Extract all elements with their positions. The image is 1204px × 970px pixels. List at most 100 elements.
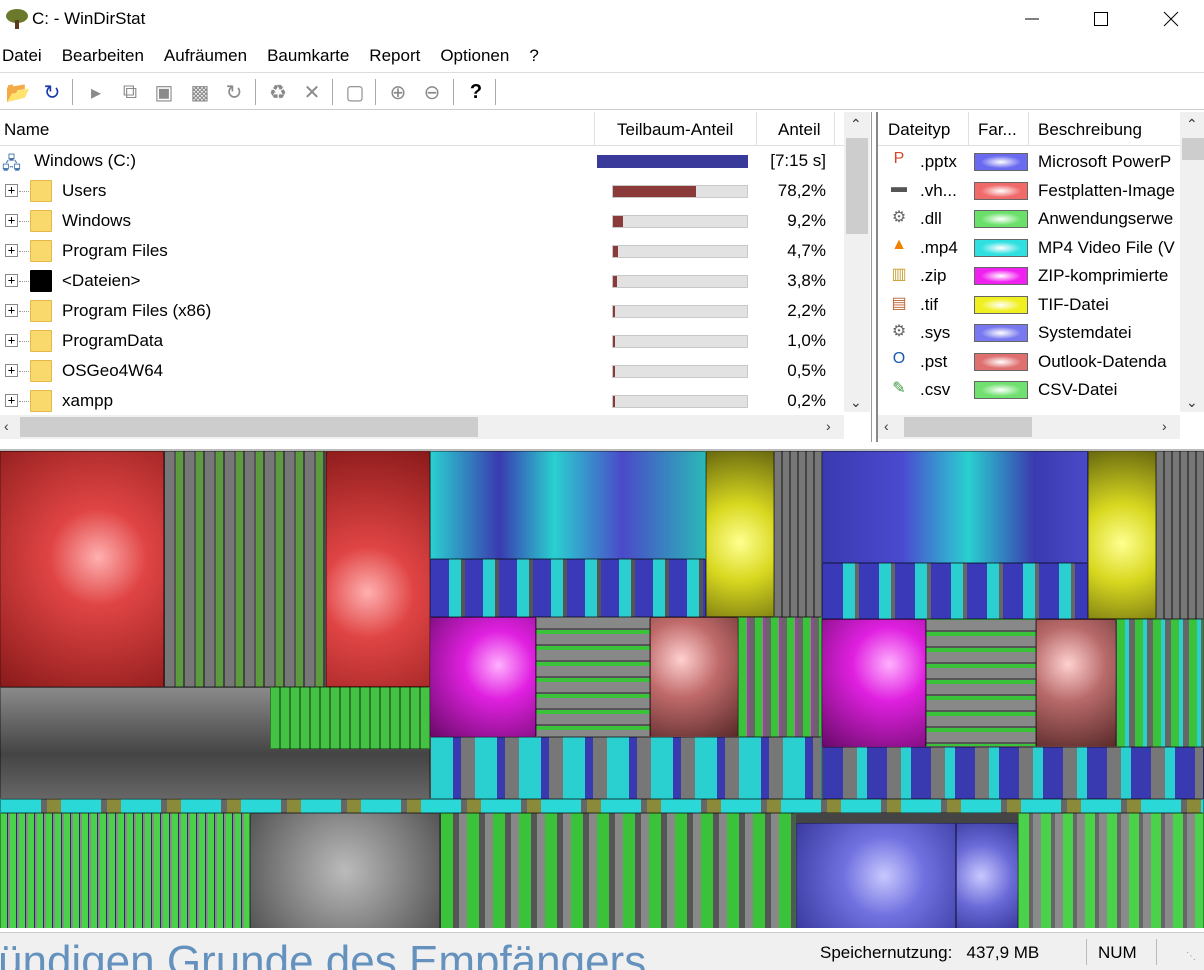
resize-grip-icon[interactable]: ⋱ bbox=[1186, 951, 1196, 962]
expand-icon[interactable]: + bbox=[5, 274, 18, 287]
treemap-tile[interactable] bbox=[822, 563, 1088, 619]
scroll-thumb[interactable] bbox=[20, 417, 478, 437]
zoom-in-icon[interactable]: ⊕ bbox=[384, 78, 412, 106]
column-share[interactable]: Anteil bbox=[778, 120, 821, 140]
expand-icon[interactable]: + bbox=[5, 394, 18, 407]
treemap-tile[interactable] bbox=[430, 617, 536, 737]
column-separator[interactable] bbox=[834, 112, 835, 146]
treemap-tile[interactable] bbox=[956, 823, 1018, 928]
play-icon[interactable]: ▸ bbox=[82, 78, 110, 106]
type-row[interactable]: ▲ .mp4 MP4 Video File (V bbox=[878, 234, 1178, 262]
scroll-up-icon[interactable]: ⌃ bbox=[850, 116, 862, 133]
treemap-tile[interactable] bbox=[650, 617, 738, 737]
treemap-tile[interactable] bbox=[164, 451, 326, 687]
treemap-tile[interactable] bbox=[440, 813, 796, 928]
treemap-tile[interactable] bbox=[796, 823, 956, 928]
expand-icon[interactable]: + bbox=[5, 364, 18, 377]
expand-icon[interactable]: + bbox=[5, 214, 18, 227]
scroll-down-icon[interactable]: ⌄ bbox=[1186, 394, 1198, 411]
menu-baumkarte[interactable]: Baumkarte bbox=[257, 42, 359, 70]
command-prompt-icon[interactable]: ▩ bbox=[186, 78, 214, 106]
menu-datei[interactable]: Datei bbox=[0, 42, 52, 70]
column-separator[interactable] bbox=[594, 112, 595, 146]
refresh-selected-icon[interactable]: ↻ bbox=[220, 78, 248, 106]
scroll-left-icon[interactable]: ‹ bbox=[4, 418, 9, 434]
treemap-tile[interactable] bbox=[0, 799, 1204, 813]
treemap-tile[interactable] bbox=[706, 451, 774, 617]
treemap-tile[interactable] bbox=[270, 687, 430, 749]
tree-horizontal-scrollbar[interactable]: ‹ › bbox=[0, 415, 844, 439]
treemap-tile[interactable] bbox=[326, 451, 430, 687]
tree-row[interactable]: + Windows 9,2% bbox=[0, 206, 844, 236]
tree-vertical-scrollbar[interactable]: ⌃ ⌄ bbox=[844, 112, 870, 412]
open-folder-icon[interactable]: 📂 bbox=[4, 78, 32, 106]
treemap-tile[interactable] bbox=[0, 451, 164, 687]
treemap-tile[interactable] bbox=[1156, 451, 1204, 619]
menu-report[interactable]: Report bbox=[359, 42, 430, 70]
column-separator[interactable] bbox=[968, 112, 969, 146]
treemap[interactable] bbox=[0, 449, 1204, 928]
type-row[interactable]: ✎ .csv CSV-Datei bbox=[878, 376, 1178, 404]
treemap-tile[interactable] bbox=[822, 747, 1204, 799]
expand-icon[interactable]: + bbox=[5, 304, 18, 317]
refresh-icon[interactable]: ↻ bbox=[38, 78, 66, 106]
explorer-icon[interactable]: ▣ bbox=[150, 78, 178, 106]
scroll-right-icon[interactable]: › bbox=[1162, 418, 1167, 434]
properties-icon[interactable]: ▢ bbox=[341, 78, 369, 106]
treemap-tile[interactable] bbox=[430, 737, 822, 799]
tree-row[interactable]: + Program Files 4,7% bbox=[0, 236, 844, 266]
tree-row[interactable]: + Program Files (x86) 2,2% bbox=[0, 296, 844, 326]
treemap-tile[interactable] bbox=[1018, 813, 1204, 928]
tree-row[interactable]: + OSGeo4W64 0,5% bbox=[0, 356, 844, 386]
menu-help[interactable]: ? bbox=[519, 42, 548, 70]
treemap-tile[interactable] bbox=[250, 813, 440, 928]
copy-path-icon[interactable]: ⧉ bbox=[116, 78, 144, 106]
column-separator[interactable] bbox=[756, 112, 757, 146]
type-row[interactable]: ▬ .vh... Festplatten-Image bbox=[878, 177, 1178, 205]
help-icon[interactable]: ? bbox=[462, 78, 490, 106]
treemap-tile[interactable] bbox=[430, 451, 706, 559]
column-color[interactable]: Far... bbox=[978, 120, 1017, 140]
column-type[interactable]: Dateityp bbox=[888, 120, 950, 140]
menu-bearbeiten[interactable]: Bearbeiten bbox=[52, 42, 154, 70]
scroll-thumb[interactable] bbox=[846, 138, 868, 234]
treemap-tile[interactable] bbox=[822, 619, 926, 747]
treemap-tile[interactable] bbox=[1116, 619, 1204, 747]
zoom-out-icon[interactable]: ⊖ bbox=[418, 78, 446, 106]
treemap-tile[interactable] bbox=[822, 451, 1088, 563]
scroll-up-icon[interactable]: ⌃ bbox=[1186, 116, 1198, 133]
treemap-tile[interactable] bbox=[0, 813, 250, 928]
menu-aufraeumen[interactable]: Aufräumen bbox=[154, 42, 257, 70]
recycle-icon[interactable]: ♻ bbox=[264, 78, 292, 106]
close-button[interactable] bbox=[1136, 0, 1204, 38]
maximize-button[interactable] bbox=[1066, 0, 1136, 38]
delete-icon[interactable]: ✕ bbox=[298, 78, 326, 106]
tree-row[interactable]: + xampp 0,2% bbox=[0, 386, 844, 416]
expand-icon[interactable]: + bbox=[5, 334, 18, 347]
expand-icon[interactable]: + bbox=[5, 244, 18, 257]
tree-row[interactable]: + <Dateien> 3,8% bbox=[0, 266, 844, 296]
treemap-tile[interactable] bbox=[738, 617, 822, 737]
column-subtree-share[interactable]: Teilbaum-Anteil bbox=[617, 120, 733, 140]
tree-row-root[interactable]: 🖧 Windows (C:) [7:15 s] bbox=[0, 146, 844, 176]
tree-row[interactable]: + Users 78,2% bbox=[0, 176, 844, 206]
expand-icon[interactable]: + bbox=[5, 184, 18, 197]
treemap-tile[interactable] bbox=[774, 451, 822, 617]
treemap-tile[interactable] bbox=[1088, 451, 1156, 619]
types-horizontal-scrollbar[interactable]: ‹ › bbox=[878, 415, 1180, 439]
treemap-tile[interactable] bbox=[1036, 619, 1116, 747]
treemap-tile[interactable] bbox=[430, 559, 706, 617]
scroll-thumb[interactable] bbox=[904, 417, 1032, 437]
minimize-button[interactable] bbox=[997, 0, 1067, 38]
type-row[interactable]: ▥ .zip ZIP-komprimierte bbox=[878, 262, 1178, 290]
type-row[interactable]: ⚙ .dll Anwendungserwe bbox=[878, 205, 1178, 233]
column-name[interactable]: Name bbox=[4, 120, 49, 140]
type-row[interactable]: O .pst Outlook-Datenda bbox=[878, 348, 1178, 376]
scroll-right-icon[interactable]: › bbox=[826, 418, 831, 434]
tree-row[interactable]: + ProgramData 1,0% bbox=[0, 326, 844, 356]
types-vertical-scrollbar[interactable]: ⌃ ⌄ bbox=[1180, 112, 1204, 412]
type-row[interactable]: P .pptx Microsoft PowerP bbox=[878, 148, 1178, 176]
menu-optionen[interactable]: Optionen bbox=[430, 42, 519, 70]
type-row[interactable]: ▤ .tif TIF-Datei bbox=[878, 291, 1178, 319]
scroll-down-icon[interactable]: ⌄ bbox=[850, 394, 862, 411]
